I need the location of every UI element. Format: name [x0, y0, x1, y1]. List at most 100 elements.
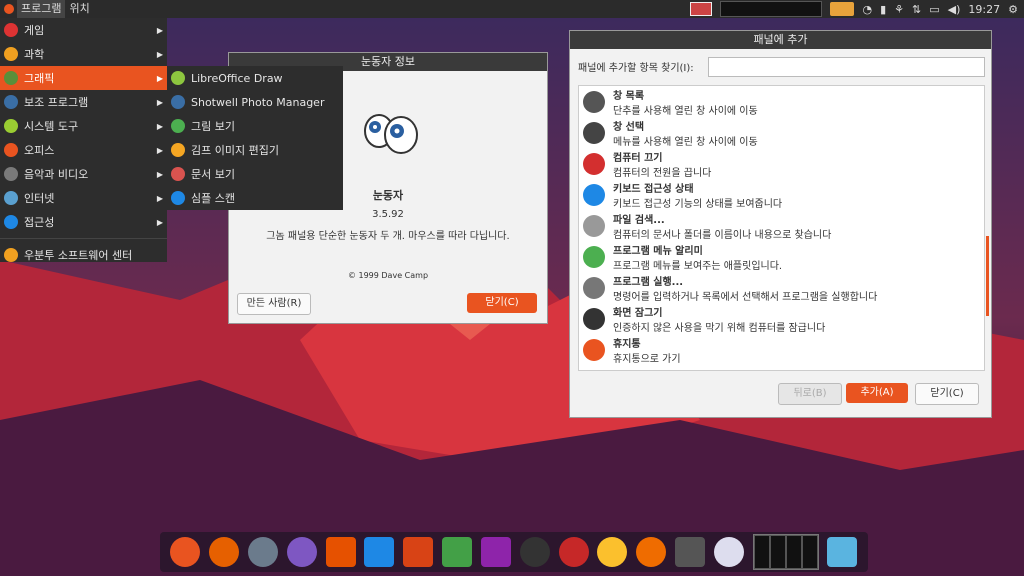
menu-item[interactable]: 그래픽 ▶ — [0, 66, 167, 90]
workspace-cell[interactable] — [769, 535, 786, 569]
applet-list-item[interactable]: 파일 검색... 컴퓨터의 문서나 폴더를 이름이나 내용으로 찾습니다 — [579, 210, 984, 241]
butterfly-icon[interactable]: ⚘ — [894, 3, 904, 16]
menu-item[interactable]: 게임 ▶ — [0, 18, 167, 42]
ubuntu-logo-icon — [4, 4, 14, 14]
menu-item-label: 접근성 — [24, 216, 55, 229]
add-panel-close-button[interactable]: 닫기(C) — [915, 383, 979, 405]
software-center-icon — [4, 248, 18, 262]
files-icon[interactable] — [248, 537, 279, 567]
writer-icon[interactable] — [364, 537, 395, 567]
applet-list-item[interactable]: 키보드 접근성 상태 키보드 접근성 기능의 상태를 보여줍니다 — [579, 179, 984, 210]
chevron-right-icon: ▶ — [156, 145, 163, 155]
list-scrollbar[interactable] — [986, 236, 989, 316]
submenu-item-label: Shotwell Photo Manager — [191, 95, 325, 109]
programs-menu-button[interactable]: 프로그램 — [17, 0, 66, 18]
menu-item[interactable]: 인터넷 ▶ — [0, 186, 167, 210]
app-icon — [171, 191, 185, 205]
applet-title: 창 목록 — [613, 90, 645, 102]
workspace-switcher[interactable] — [720, 1, 823, 17]
menu-item[interactable]: 접근성 ▶ — [0, 210, 167, 234]
applications-menu: 게임 ▶ 과학 ▶ 그래픽 ▶ 보조 프로그램 ▶ 시스템 도구 ▶ 오피스 ▶ 음악과 비디오 ▶ 인터넷… — [0, 18, 167, 262]
submenu-item[interactable]: 심플 스캔 — [167, 186, 343, 210]
menu-item[interactable]: 보조 프로그램 ▶ — [0, 90, 167, 114]
top-panel: 프로그램 위치 ◔ ▮ ⚘ ⇅ ▭ ◀) 19:27 ⚙ — [0, 0, 1024, 18]
graphics-submenu: LibreOffice Draw Shotwell Photo Manager 그림… — [167, 66, 343, 210]
trash-icon[interactable] — [827, 537, 858, 567]
applet-list-item[interactable]: 컴퓨터 끄기 컴퓨터의 전원을 끕니다 — [579, 148, 984, 179]
submenu-item[interactable]: LibreOffice Draw — [167, 66, 343, 90]
find-input[interactable] — [708, 57, 985, 77]
submenu-item[interactable]: 김프 이미지 편집기 — [167, 138, 343, 162]
back-button[interactable]: 뒤로(B) — [778, 383, 842, 405]
applet-list-item[interactable]: 창 목록 단추를 사용해 열린 창 사이에 이동 — [579, 86, 984, 117]
submenu-item[interactable]: 그림 보기 — [167, 114, 343, 138]
chevron-right-icon: ▶ — [156, 217, 163, 227]
menu-separator — [0, 238, 167, 239]
applet-description: 컴퓨터의 전원을 끕니다 — [613, 167, 712, 179]
workspace-cell[interactable] — [801, 535, 818, 569]
applet-list-item[interactable]: 창 선택 메뉴를 사용해 열린 창 사이에 이동 — [579, 117, 984, 148]
app-icon — [171, 167, 185, 181]
media-player-icon[interactable] — [286, 537, 317, 567]
notification-icon[interactable]: ◔ — [862, 3, 872, 16]
menu-item-label: 보조 프로그램 — [24, 96, 89, 109]
calc-icon[interactable] — [442, 537, 473, 567]
workspace-cell[interactable] — [785, 535, 802, 569]
dock-workspace-pager[interactable] — [752, 534, 819, 570]
submenu-item[interactable]: Shotwell Photo Manager — [167, 90, 343, 114]
category-icon — [4, 47, 18, 61]
menu-item-software-center[interactable]: 우분투 소프트웨어 센터 — [0, 243, 167, 267]
add-button[interactable]: 추가(A) — [846, 383, 908, 403]
menu-item[interactable]: 시스템 도구 ▶ — [0, 114, 167, 138]
chevron-right-icon: ▶ — [156, 169, 163, 179]
menu-item-label: 오피스 — [24, 144, 55, 157]
category-icon — [4, 95, 18, 109]
firefox-icon[interactable] — [209, 537, 240, 567]
menu-item[interactable]: 오피스 ▶ — [0, 138, 167, 162]
menu-item[interactable]: 음악과 비디오 ▶ — [0, 162, 167, 186]
add-to-panel-dialog: 패널에 추가 패널에 추가할 항목 찾기(I): 창 목록 단추를 사용해 열린 … — [569, 30, 992, 418]
settings-gear-icon[interactable]: ⚙ — [1008, 3, 1018, 16]
about-close-button[interactable]: 닫기(C) — [467, 293, 537, 313]
applet-title: 프로그램 메뉴 알리미 — [613, 245, 703, 257]
places-menu-button[interactable]: 위치 — [65, 0, 93, 18]
terminal-icon[interactable] — [519, 537, 550, 567]
category-icon — [4, 71, 18, 85]
battery-icon[interactable]: ▮ — [880, 3, 886, 16]
applet-icon — [583, 183, 605, 206]
applet-description: 명령어를 입력하거나 목록에서 선택해서 프로그램을 실행합니다 — [613, 291, 878, 303]
category-icon — [4, 215, 18, 229]
applet-icon — [583, 276, 605, 299]
volume-icon[interactable]: ◀) — [948, 3, 961, 16]
speaker-icon[interactable] — [325, 537, 356, 567]
submenu-item[interactable]: 문서 보기 — [167, 162, 343, 186]
clock[interactable]: 19:27 — [968, 3, 1000, 16]
app-icon — [171, 143, 185, 157]
network-icon[interactable]: ⇅ — [912, 3, 921, 16]
applet-list-item[interactable]: 프로그램 메뉴 알리미 프로그램 메뉴를 보여주는 애플릿입니다. — [579, 241, 984, 272]
anchor-icon[interactable] — [170, 537, 201, 567]
applet-list-item[interactable]: 프로그램 실행... 명령어를 입력하거나 목록에서 선택해서 프로그램을 실행합… — [579, 272, 984, 303]
switch-icon[interactable] — [558, 537, 589, 567]
weather-icon[interactable] — [830, 2, 855, 16]
applet-description: 메뉴를 사용해 열린 창 사이에 이동 — [613, 136, 758, 148]
applet-icon — [583, 90, 605, 113]
impress-icon[interactable] — [403, 537, 434, 567]
applet-list-item[interactable]: 화면 잠그기 인증하지 않은 사용을 막기 위해 컴퓨터를 잠급니다 — [579, 303, 984, 334]
archive-icon[interactable] — [597, 537, 628, 567]
about-version: 3.5.92 — [372, 209, 404, 220]
window-icon[interactable] — [674, 537, 705, 567]
top-panel-menu: 프로그램 위치 — [0, 0, 94, 18]
show-desktop-icon[interactable] — [690, 2, 713, 16]
credits-button[interactable]: 만든 사람(R) — [237, 293, 311, 315]
chevron-right-icon: ▶ — [156, 121, 163, 131]
eyes-icon[interactable] — [713, 537, 744, 567]
keyboard-icon[interactable]: ▭ — [929, 3, 939, 16]
notes-icon[interactable] — [480, 537, 511, 567]
menu-item[interactable]: 과학 ▶ — [0, 42, 167, 66]
applet-icon — [583, 338, 605, 361]
applet-description: 인증하지 않은 사용을 막기 위해 컴퓨터를 잠급니다 — [613, 322, 826, 334]
workspace-cell[interactable] — [753, 535, 770, 569]
screenshot-icon[interactable] — [636, 537, 667, 567]
applet-list-item[interactable]: 휴지통 휴지통으로 가기 — [579, 334, 984, 365]
